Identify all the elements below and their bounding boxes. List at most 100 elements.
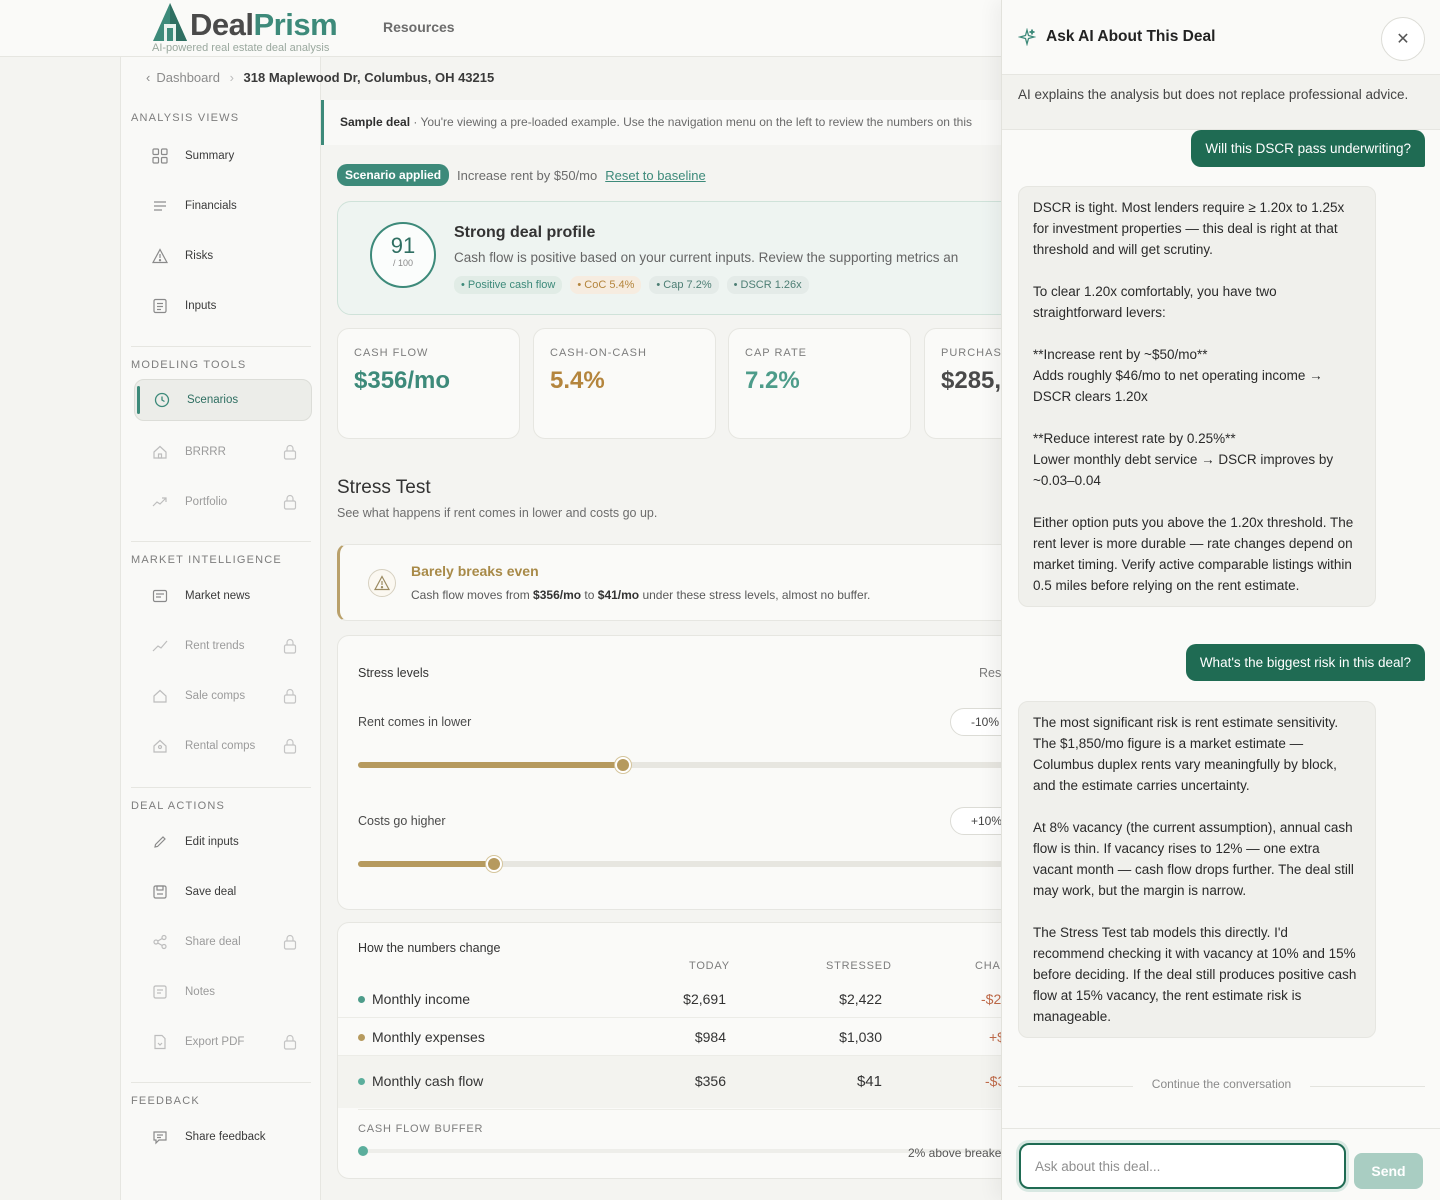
lock-icon bbox=[283, 738, 297, 754]
row-today: $356 bbox=[694, 1073, 726, 1089]
buffer-text: 2% above breakeven bbox=[908, 1146, 1001, 1160]
divider bbox=[131, 787, 311, 788]
clock-icon bbox=[153, 391, 171, 409]
breadcrumb-dashboard-link[interactable]: Dashboard bbox=[156, 70, 220, 85]
sidebar-item-brrrr[interactable]: BRRRR bbox=[133, 431, 311, 473]
ai-paragraph: Either option puts you above the 1.20x t… bbox=[1033, 515, 1354, 593]
logo[interactable]: DealPrism AI-powered real estate deal an… bbox=[150, 2, 350, 54]
nav-resources-link[interactable]: Resources bbox=[383, 19, 455, 35]
rent-slider[interactable] bbox=[358, 757, 1001, 773]
sidebar-item-export-pdf[interactable]: Export PDF bbox=[133, 1021, 311, 1063]
send-button[interactable]: Send bbox=[1354, 1153, 1423, 1189]
sidebar-item-share-feedback[interactable]: Share feedback bbox=[133, 1116, 311, 1158]
ai-paragraph: At 8% vacancy (the current assumption), … bbox=[1033, 820, 1354, 898]
sidebar-item-inputs[interactable]: Inputs bbox=[133, 285, 311, 327]
metric-value: $356/mo bbox=[354, 367, 451, 394]
trend-arrow-icon bbox=[151, 493, 169, 511]
sidebar-item-label: Export PDF bbox=[185, 1036, 245, 1048]
row-name: Monthly cash flow bbox=[372, 1073, 484, 1089]
score-description: Cash flow is positive based on your curr… bbox=[454, 250, 959, 265]
warning-description: Cash flow moves from $356/mo to $41/mo u… bbox=[411, 588, 870, 602]
cost-slider-value[interactable]: +10% bbox=[950, 807, 1001, 835]
chip-positive-cash-flow: • Positive cash flow bbox=[454, 276, 563, 294]
chat-input-bar: Send bbox=[1002, 1128, 1440, 1200]
row-stressed: $2,422 bbox=[839, 991, 882, 1007]
cost-slider[interactable] bbox=[358, 856, 1001, 872]
table-row: Monthly income $2,691 $2,422 -$269 bbox=[338, 980, 1001, 1018]
rent-slider-label: Rent comes in lower bbox=[358, 715, 472, 729]
scenario-description: Increase rent by $50/mo bbox=[457, 167, 598, 183]
sidebar-item-risks[interactable]: Risks bbox=[133, 235, 311, 277]
row-name: Monthly income bbox=[372, 991, 471, 1007]
sidebar-item-share-deal[interactable]: Share deal bbox=[133, 921, 311, 963]
warning-suffix: under these stress levels, almost no buf… bbox=[639, 588, 871, 602]
sidebar-item-label: Market news bbox=[185, 590, 251, 602]
house-icon bbox=[151, 687, 169, 705]
ai-message: DSCR is tight. Most lenders require ≥ 1.… bbox=[1018, 186, 1376, 607]
chat-input[interactable] bbox=[1019, 1143, 1346, 1189]
warning-title: Barely breaks even bbox=[411, 563, 539, 579]
sidebar-item-financials[interactable]: Financials bbox=[133, 185, 311, 227]
lock-icon bbox=[283, 638, 297, 654]
table-row: Monthly expenses $984 $1,030 +$46 bbox=[338, 1018, 1001, 1056]
warning-prefix: Cash flow moves from bbox=[411, 588, 534, 602]
close-button[interactable]: ✕ bbox=[1381, 17, 1425, 61]
breadcrumb-separator: › bbox=[229, 70, 234, 85]
warning-icon bbox=[368, 569, 396, 597]
sidebar-item-scenarios[interactable]: Scenarios bbox=[134, 379, 312, 421]
row-dot bbox=[358, 1034, 365, 1041]
cost-slider-thumb[interactable] bbox=[486, 856, 502, 872]
stress-levels-card: Stress levels Reset Rent comes in lower … bbox=[337, 635, 1001, 910]
warning-triangle-icon bbox=[151, 247, 169, 265]
reset-baseline-link[interactable]: Reset to baseline bbox=[605, 168, 705, 183]
rent-slider-value[interactable]: -10% bbox=[950, 708, 1001, 736]
house-icon bbox=[151, 443, 169, 461]
sidebar-item-rental-comps[interactable]: Rental comps bbox=[133, 725, 311, 767]
sidebar-item-label: Share deal bbox=[185, 936, 241, 948]
save-icon bbox=[151, 883, 169, 901]
lock-icon bbox=[283, 934, 297, 950]
row-dot bbox=[358, 1078, 365, 1085]
stress-levels-reset[interactable]: Reset bbox=[979, 666, 1001, 680]
divider bbox=[358, 1109, 1001, 1110]
scenario-row: Scenario applied Increase rent by $50/mo… bbox=[337, 164, 706, 186]
sidebar-item-rent-trends[interactable]: Rent trends bbox=[133, 625, 311, 667]
row-change: +$46 bbox=[989, 1029, 1001, 1045]
sidebar-item-label: Risks bbox=[185, 250, 214, 262]
sidebar-item-label: Share feedback bbox=[185, 1131, 266, 1143]
rent-slider-thumb[interactable] bbox=[615, 757, 632, 773]
sidebar-item-portfolio[interactable]: Portfolio bbox=[133, 481, 311, 523]
rent-slider-fill bbox=[358, 762, 624, 768]
divider bbox=[131, 541, 311, 542]
lock-icon bbox=[283, 688, 297, 704]
sidebar-item-summary[interactable]: Summary bbox=[133, 135, 311, 177]
chat-bubble-icon bbox=[151, 1128, 169, 1146]
sidebar-item-notes[interactable]: Notes bbox=[133, 971, 311, 1013]
cost-slider-fill bbox=[358, 861, 494, 867]
pencil-icon bbox=[151, 833, 169, 851]
score-denominator: / 100 bbox=[392, 258, 414, 268]
sidebar-item-label: Rent trends bbox=[185, 640, 245, 652]
sidebar-item-label: Summary bbox=[185, 150, 235, 162]
sidebar-item-save-deal[interactable]: Save deal bbox=[133, 871, 311, 913]
deal-score-card: 91 / 100 Strong deal profile Cash flow i… bbox=[337, 201, 1001, 315]
buffer-label: CASH FLOW BUFFER bbox=[358, 1123, 484, 1135]
divider bbox=[131, 346, 311, 347]
ai-chat-panel: Ask AI About This Deal ✕ AI explains the… bbox=[1001, 0, 1440, 1200]
stress-levels-title: Stress levels bbox=[358, 666, 429, 680]
chip-coc: • CoC 5.4% bbox=[570, 276, 642, 294]
ai-disclaimer: AI explains the analysis but does not re… bbox=[1002, 74, 1440, 130]
sidebar-item-edit-inputs[interactable]: Edit inputs bbox=[133, 821, 311, 863]
stress-warning-card: Barely breaks even Cash flow moves from … bbox=[337, 544, 1001, 621]
sidebar-item-market-news[interactable]: Market news bbox=[133, 575, 311, 617]
sample-deal-text: · You're viewing a pre-loaded example. U… bbox=[410, 115, 972, 129]
stress-test-subtitle: See what happens if rent comes in lower … bbox=[337, 506, 658, 520]
main-content: Sample deal · You're viewing a pre-loade… bbox=[321, 100, 1001, 1200]
row-change: -$315 bbox=[985, 1073, 1001, 1089]
file-icon bbox=[151, 1033, 169, 1051]
ai-paragraph: The Stress Test tab models this directly… bbox=[1033, 925, 1357, 1024]
warning-from-value: $356/mo bbox=[533, 588, 582, 602]
score-title: Strong deal profile bbox=[454, 224, 596, 241]
lock-icon bbox=[283, 494, 297, 510]
sidebar-item-sale-comps[interactable]: Sale comps bbox=[133, 675, 311, 717]
